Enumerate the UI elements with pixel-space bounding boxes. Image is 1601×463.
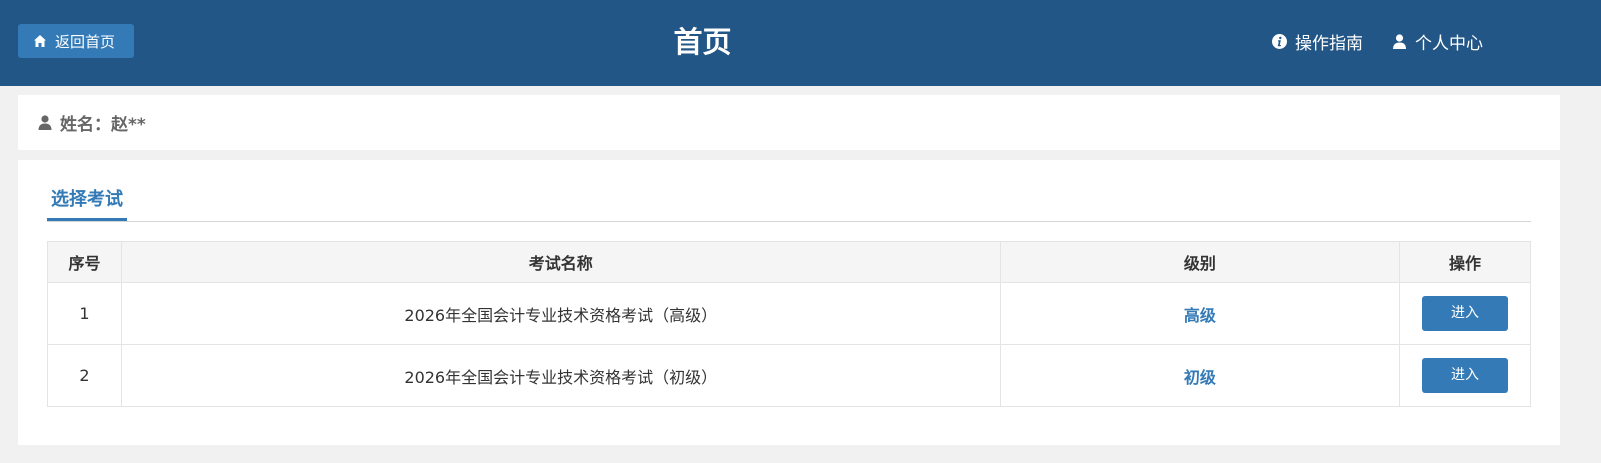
- operation-guide-link[interactable]: 操作指南: [1272, 30, 1363, 54]
- user-icon: [38, 115, 52, 130]
- row-index: 1: [47, 282, 122, 345]
- exam-table: 序号 考试名称 级别 操作 1 2026年全国会计专业技术资格考试（高级） 高级…: [47, 241, 1531, 407]
- user-center-label: 个人中心: [1415, 33, 1483, 54]
- row-level: 初级: [999, 344, 1401, 407]
- enter-button[interactable]: 进入: [1422, 296, 1509, 331]
- user-center-link[interactable]: 个人中心: [1392, 30, 1483, 54]
- tab-select-exam[interactable]: 选择考试: [47, 185, 127, 221]
- column-header-level: 级别: [999, 241, 1401, 283]
- table-row: 1 2026年全国会计专业技术资格考试（高级） 高级 进入: [47, 282, 1531, 345]
- column-header-index: 序号: [47, 241, 122, 283]
- info-icon: [1272, 33, 1287, 49]
- operation-guide-label: 操作指南: [1295, 33, 1363, 54]
- row-exam-name: 2026年全国会计专业技术资格考试（高级）: [120, 282, 1001, 345]
- top-header: 返回首页 首页 操作指南 个人中心: [0, 0, 1601, 86]
- row-index: 2: [47, 344, 122, 407]
- exam-selection-panel: 选择考试 序号 考试名称 级别 操作 1 2026年全国会计专业技术资格考试（高…: [18, 160, 1560, 445]
- column-header-exam-name: 考试名称: [120, 241, 1001, 283]
- level-label: 初级: [1183, 367, 1216, 387]
- enter-button[interactable]: 进入: [1422, 358, 1509, 393]
- user-icon: [1392, 33, 1407, 49]
- row-action: 进入: [1399, 344, 1531, 407]
- row-exam-name: 2026年全国会计专业技术资格考试（初级）: [120, 344, 1001, 407]
- row-level: 高级: [999, 282, 1401, 345]
- page-title: 首页: [673, 25, 732, 59]
- user-name-text: 姓名：赵**: [60, 115, 146, 135]
- table-header-row: 序号 考试名称 级别 操作: [47, 241, 1531, 283]
- table-row: 2 2026年全国会计专业技术资格考试（初级） 初级 进入: [47, 344, 1531, 407]
- column-header-action: 操作: [1399, 241, 1531, 283]
- tab-bar: 选择考试: [47, 185, 1531, 222]
- level-label: 高级: [1183, 305, 1216, 325]
- row-action: 进入: [1399, 282, 1531, 345]
- user-name-panel: 姓名：赵**: [18, 95, 1560, 150]
